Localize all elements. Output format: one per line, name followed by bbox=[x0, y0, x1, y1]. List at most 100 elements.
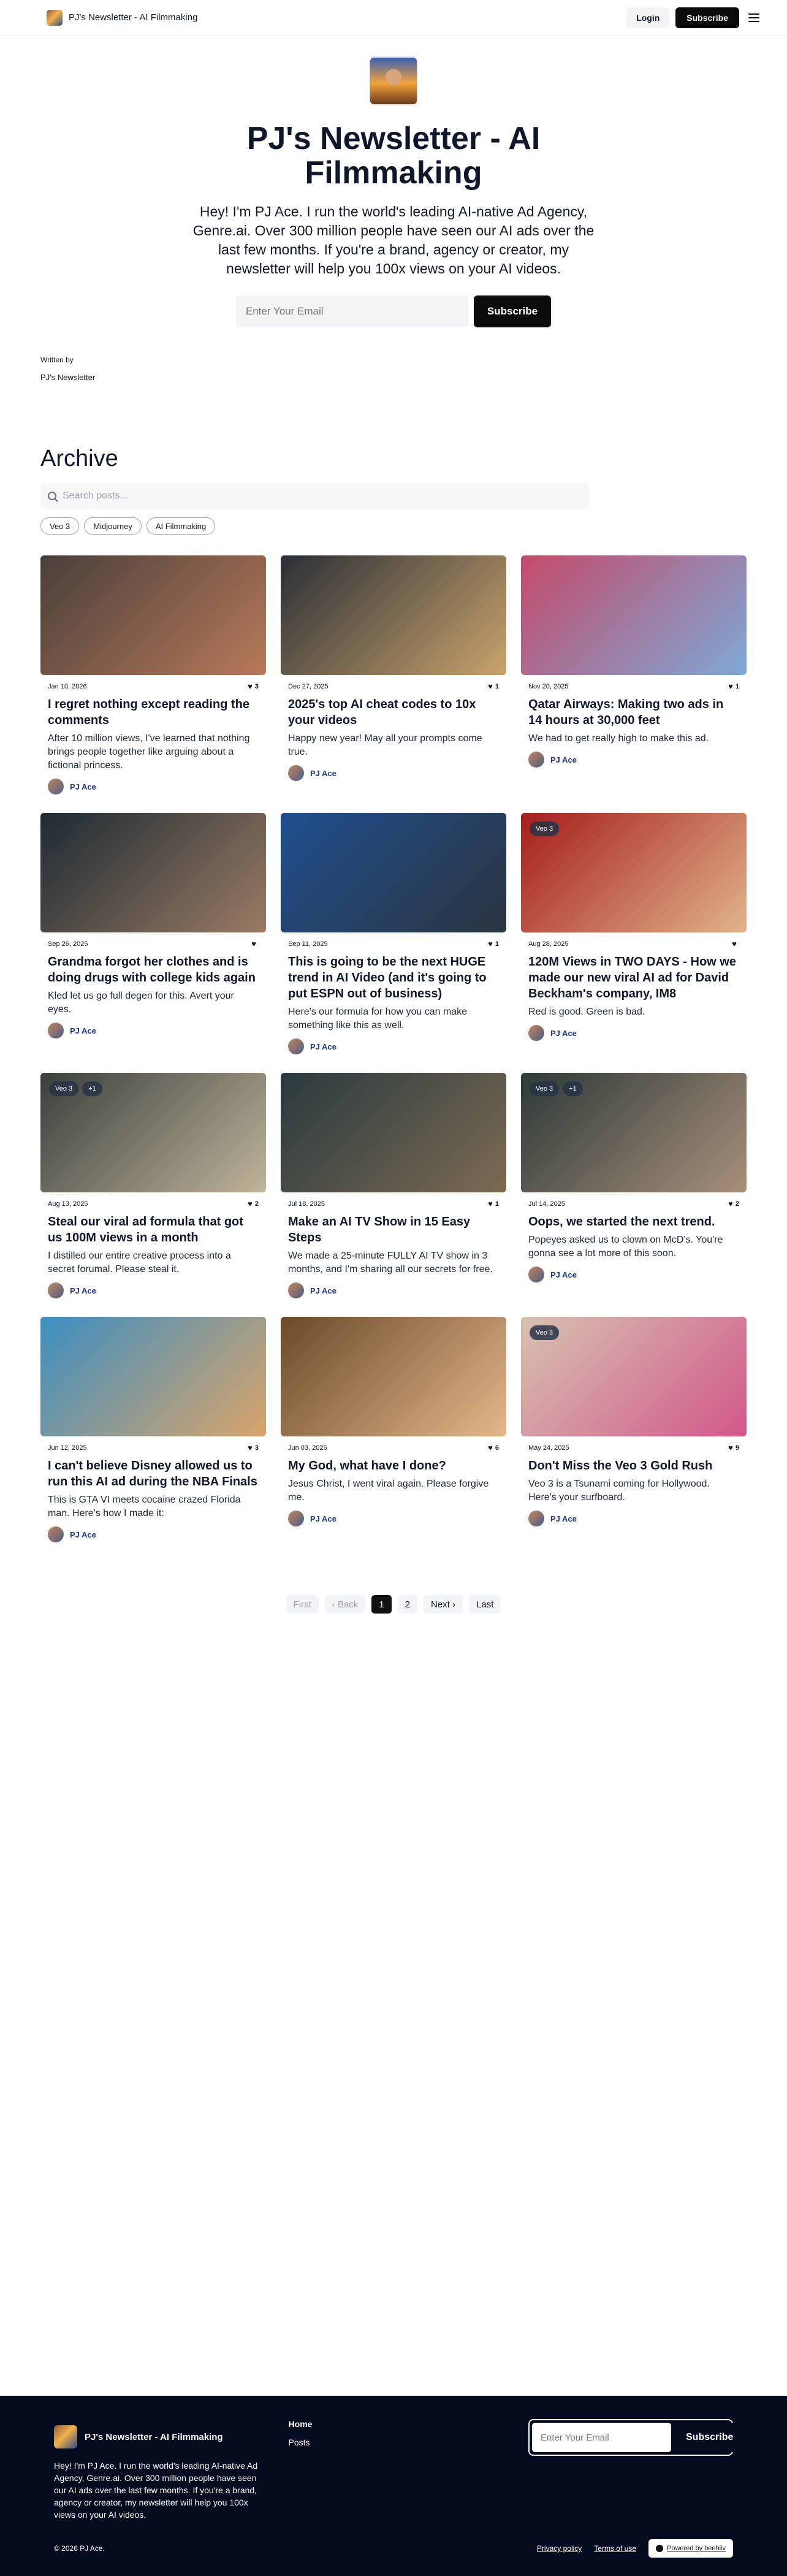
post-author[interactable]: PJ Ace bbox=[521, 1267, 747, 1282]
post-author[interactable]: PJ Ace bbox=[521, 752, 747, 768]
post-author-name: PJ Ace bbox=[550, 1028, 577, 1038]
post-subtitle: Veo 3 is a Tsunami coming for Hollywood.… bbox=[528, 1479, 710, 1503]
post-author[interactable]: PJ Ace bbox=[40, 1023, 266, 1038]
heart-icon: ♥ bbox=[488, 1199, 493, 1208]
avatar bbox=[528, 752, 544, 768]
post-grid: Jan 10, 2026 ♥ 3 I regret nothing except re… bbox=[40, 555, 747, 1542]
footer-email-field[interactable] bbox=[532, 2423, 671, 2452]
heart-icon: ♥ bbox=[728, 1443, 733, 1452]
post-meta: Sep 11, 2025 ♥ 1 bbox=[281, 940, 506, 948]
search-input[interactable]: Search posts... bbox=[63, 490, 128, 501]
post-card[interactable]: Jun 12, 2025 ♥ 3 I can't believe Disney all… bbox=[40, 1317, 266, 1542]
menu-icon[interactable] bbox=[745, 9, 762, 26]
post-author[interactable]: PJ Ace bbox=[281, 765, 506, 781]
like-button[interactable]: ♥ bbox=[251, 940, 259, 948]
post-author[interactable]: PJ Ace bbox=[40, 1282, 266, 1298]
post-subtitle: Popeyes asked us to clown on McD's. You'… bbox=[528, 1235, 723, 1259]
like-button[interactable]: ♥ 2 bbox=[728, 1200, 739, 1208]
post-author[interactable]: PJ Ace bbox=[40, 1526, 266, 1542]
post-thumbnail bbox=[281, 555, 506, 675]
avatar bbox=[288, 1038, 304, 1054]
post-card[interactable]: Jul 18, 2025 ♥ 1 Make an AI TV Show in 15 E… bbox=[281, 1073, 506, 1298]
like-button[interactable]: ♥ 1 bbox=[488, 940, 499, 948]
post-author-name: PJ Ace bbox=[550, 1270, 577, 1279]
post-author[interactable]: PJ Ace bbox=[281, 1282, 506, 1298]
subscribe-button[interactable]: Subscribe bbox=[473, 295, 552, 327]
powered-by-label: Powered by beehiiv bbox=[666, 2545, 726, 2552]
post-meta: Jan 10, 2026 ♥ 3 bbox=[40, 682, 266, 690]
terms-of-use-link[interactable]: Terms of use bbox=[594, 2544, 636, 2553]
post-title: My God, what have I done? bbox=[288, 1459, 446, 1473]
post-card[interactable]: Sep 26, 2025 ♥ Grandma forgot her clothes … bbox=[40, 813, 266, 1054]
post-card[interactable]: Jan 10, 2026 ♥ 3 I regret nothing except re… bbox=[40, 555, 266, 795]
like-button[interactable]: ♥ 3 bbox=[248, 682, 259, 690]
post-meta: Jul 14, 2025 ♥ 2 bbox=[521, 1200, 747, 1208]
privacy-policy-link[interactable]: Privacy policy bbox=[537, 2544, 582, 2553]
brand-link[interactable]: PJ's Newsletter - AI Filmmaking bbox=[47, 9, 198, 26]
back-button[interactable]: ‹ Back bbox=[324, 1595, 366, 1614]
post-card[interactable]: Jun 03, 2025 ♥ 6 My God, what have I done? J… bbox=[281, 1317, 506, 1542]
heart-icon: ♥ bbox=[728, 1199, 733, 1208]
post-author[interactable]: PJ Ace bbox=[281, 1038, 506, 1054]
post-title: This is going to be the next HUGE trend … bbox=[288, 955, 487, 1000]
powered-by-beehiiv-badge[interactable]: Powered by beehiiv bbox=[648, 2539, 733, 2558]
post-author[interactable]: PJ Ace bbox=[521, 1511, 747, 1526]
post-card[interactable]: Veo 3 +1 Aug 13, 2025 ♥ 2 Steal our viral ad … bbox=[40, 1073, 266, 1298]
like-button[interactable]: ♥ 3 bbox=[248, 1444, 259, 1452]
post-thumbnail bbox=[40, 555, 266, 675]
like-button[interactable]: ♥ 6 bbox=[488, 1444, 499, 1452]
post-author-name: PJ Ace bbox=[550, 755, 577, 764]
post-thumbnail bbox=[40, 1317, 266, 1436]
like-button[interactable]: ♥ 9 bbox=[728, 1444, 739, 1452]
like-count: 1 bbox=[495, 940, 499, 948]
footer-link-posts[interactable]: Posts bbox=[289, 2437, 310, 2447]
post-meta: Aug 13, 2025 ♥ 2 bbox=[40, 1200, 266, 1208]
brand-name: PJ's Newsletter - AI Filmmaking bbox=[69, 12, 198, 23]
like-count: 1 bbox=[495, 682, 499, 690]
post-card[interactable]: Veo 3 May 24, 2025 ♥ 9 Don't Miss the Veo 3 … bbox=[521, 1317, 747, 1542]
nav-subscribe-button[interactable]: Subscribe bbox=[675, 7, 739, 28]
heart-icon: ♥ bbox=[488, 682, 493, 691]
last-page-button[interactable]: Last bbox=[469, 1595, 501, 1614]
search-icon bbox=[48, 492, 56, 500]
like-button[interactable]: ♥ bbox=[732, 940, 739, 948]
post-title: I can't believe Disney allowed us to run… bbox=[48, 1459, 257, 1488]
post-card[interactable]: Veo 3 +1 Jul 14, 2025 ♥ 2 Oops, we started th… bbox=[521, 1073, 747, 1298]
post-author-name: PJ Ace bbox=[310, 768, 336, 778]
like-count: 3 bbox=[254, 1444, 259, 1452]
like-button[interactable]: ♥ 1 bbox=[488, 682, 499, 690]
post-card[interactable]: Sep 11, 2025 ♥ 1 This is going to be the ne… bbox=[281, 813, 506, 1054]
author-name[interactable]: PJ's Newsletter bbox=[40, 373, 747, 382]
post-date: Nov 20, 2025 bbox=[528, 682, 569, 690]
post-author[interactable]: PJ Ace bbox=[521, 1025, 747, 1041]
avatar bbox=[48, 1282, 64, 1298]
post-title: I regret nothing except reading the comm… bbox=[48, 698, 249, 727]
post-author[interactable]: PJ Ace bbox=[40, 779, 266, 795]
next-button[interactable]: Next › bbox=[424, 1595, 463, 1614]
post-subtitle: Happy new year! May all your prompts com… bbox=[288, 733, 482, 757]
footer-subscribe-form: Subscribe bbox=[528, 2419, 745, 2456]
nav-actions: Login Subscribe bbox=[626, 7, 762, 28]
post-card[interactable]: Veo 3 Aug 28, 2025 ♥ 120M Views in TWO DAYS… bbox=[521, 813, 747, 1054]
tag-ai-filmmaking[interactable]: AI Filmmaking bbox=[146, 517, 216, 535]
post-author[interactable]: PJ Ace bbox=[281, 1511, 506, 1526]
post-date: Aug 13, 2025 bbox=[48, 1200, 88, 1208]
email-field[interactable] bbox=[235, 295, 469, 327]
like-button[interactable]: ♥ 1 bbox=[488, 1200, 499, 1208]
post-title: 2025's top AI cheat codes to 10x your vi… bbox=[288, 698, 476, 727]
post-meta: Jun 12, 2025 ♥ 3 bbox=[40, 1444, 266, 1452]
footer-link-home[interactable]: Home bbox=[289, 2419, 313, 2429]
page-button-1[interactable]: 1 bbox=[371, 1595, 392, 1614]
post-card[interactable]: Nov 20, 2025 ♥ 1 Qatar Airways: Making two … bbox=[521, 555, 747, 795]
tag-midjourney[interactable]: Midjourney bbox=[84, 517, 142, 535]
like-button[interactable]: ♥ 2 bbox=[248, 1200, 259, 1208]
tag-veo-3[interactable]: Veo 3 bbox=[40, 517, 80, 535]
login-button[interactable]: Login bbox=[626, 7, 670, 28]
footer-subscribe-button[interactable]: Subscribe bbox=[675, 2423, 745, 2452]
page-button-2[interactable]: 2 bbox=[397, 1595, 417, 1614]
search-bar[interactable]: Search posts... bbox=[40, 483, 589, 509]
first-page-button[interactable]: First bbox=[286, 1595, 319, 1614]
post-tag-badge: Veo 3 bbox=[530, 1081, 560, 1096]
post-card[interactable]: Dec 27, 2025 ♥ 1 2025's top AI cheat codes … bbox=[281, 555, 506, 795]
like-button[interactable]: ♥ 1 bbox=[728, 682, 739, 690]
